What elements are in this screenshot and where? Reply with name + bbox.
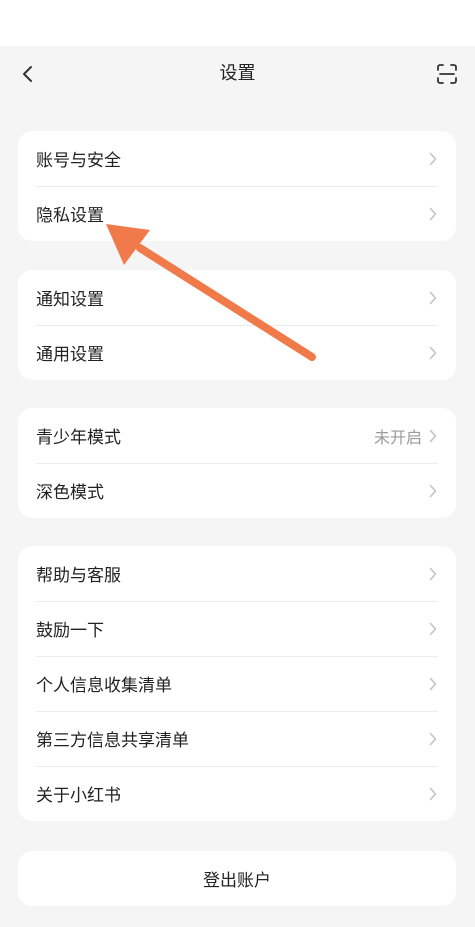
settings-item-label: 账号与安全 [36, 151, 121, 171]
settings-group-account: 账号与安全 隐私设置 [18, 131, 456, 241]
status-bar [0, 0, 475, 46]
chevron-left-icon [23, 66, 32, 82]
chevron-right-icon [428, 346, 438, 360]
chevron-right-icon [428, 207, 438, 221]
chevron-right-icon [428, 291, 438, 305]
chevron-right-icon [428, 152, 438, 166]
settings-item-general[interactable]: 通用设置 [18, 325, 456, 380]
logout-label: 登出账户 [203, 871, 271, 891]
chevron-right-icon [428, 484, 438, 498]
settings-item-about[interactable]: 关于小红书 [18, 766, 456, 821]
settings-item-dark-mode[interactable]: 深色模式 [18, 463, 456, 518]
settings-item-label: 隐私设置 [36, 206, 104, 226]
settings-item-third-party-list[interactable]: 第三方信息共享清单 [18, 711, 456, 766]
chevron-right-icon [428, 787, 438, 801]
teen-mode-status: 未开启 [373, 427, 422, 447]
logout-button[interactable]: 登出账户 [18, 851, 456, 906]
settings-item-label: 第三方信息共享清单 [36, 731, 189, 751]
settings-item-teen-mode[interactable]: 青少年模式 未开启 [18, 408, 456, 463]
settings-item-encourage[interactable]: 鼓励一下 [18, 601, 456, 656]
settings-item-label: 鼓励一下 [36, 621, 104, 641]
settings-group-about: 帮助与客服 鼓励一下 个人信息收集清单 第三方信息共享清单 关于小红书 [18, 546, 456, 821]
settings-item-label: 青少年模式 [36, 428, 121, 448]
chevron-right-icon [428, 677, 438, 691]
chevron-right-icon [428, 622, 438, 636]
nav-bar: 设置 [0, 46, 475, 102]
settings-item-label: 帮助与客服 [36, 566, 121, 586]
page-title: 设置 [219, 63, 256, 84]
settings-item-privacy[interactable]: 隐私设置 [18, 186, 456, 241]
settings-item-label: 通知设置 [36, 290, 104, 310]
settings-group-notification: 通知设置 通用设置 [18, 270, 456, 380]
settings-item-help[interactable]: 帮助与客服 [18, 546, 456, 601]
settings-item-notification[interactable]: 通知设置 [18, 270, 456, 325]
scan-button[interactable] [431, 58, 463, 90]
settings-group-mode: 青少年模式 未开启 深色模式 [18, 408, 456, 518]
chevron-right-icon [428, 567, 438, 581]
settings-item-label: 个人信息收集清单 [36, 676, 172, 696]
settings-item-label: 深色模式 [36, 483, 104, 503]
settings-item-label: 关于小红书 [36, 786, 121, 806]
scan-icon [437, 64, 457, 84]
settings-item-personal-info-list[interactable]: 个人信息收集清单 [18, 656, 456, 711]
settings-item-account-security[interactable]: 账号与安全 [18, 131, 456, 186]
chevron-right-icon [428, 429, 438, 443]
settings-item-label: 通用设置 [36, 345, 104, 365]
back-button[interactable] [12, 58, 44, 90]
chevron-right-icon [428, 732, 438, 746]
